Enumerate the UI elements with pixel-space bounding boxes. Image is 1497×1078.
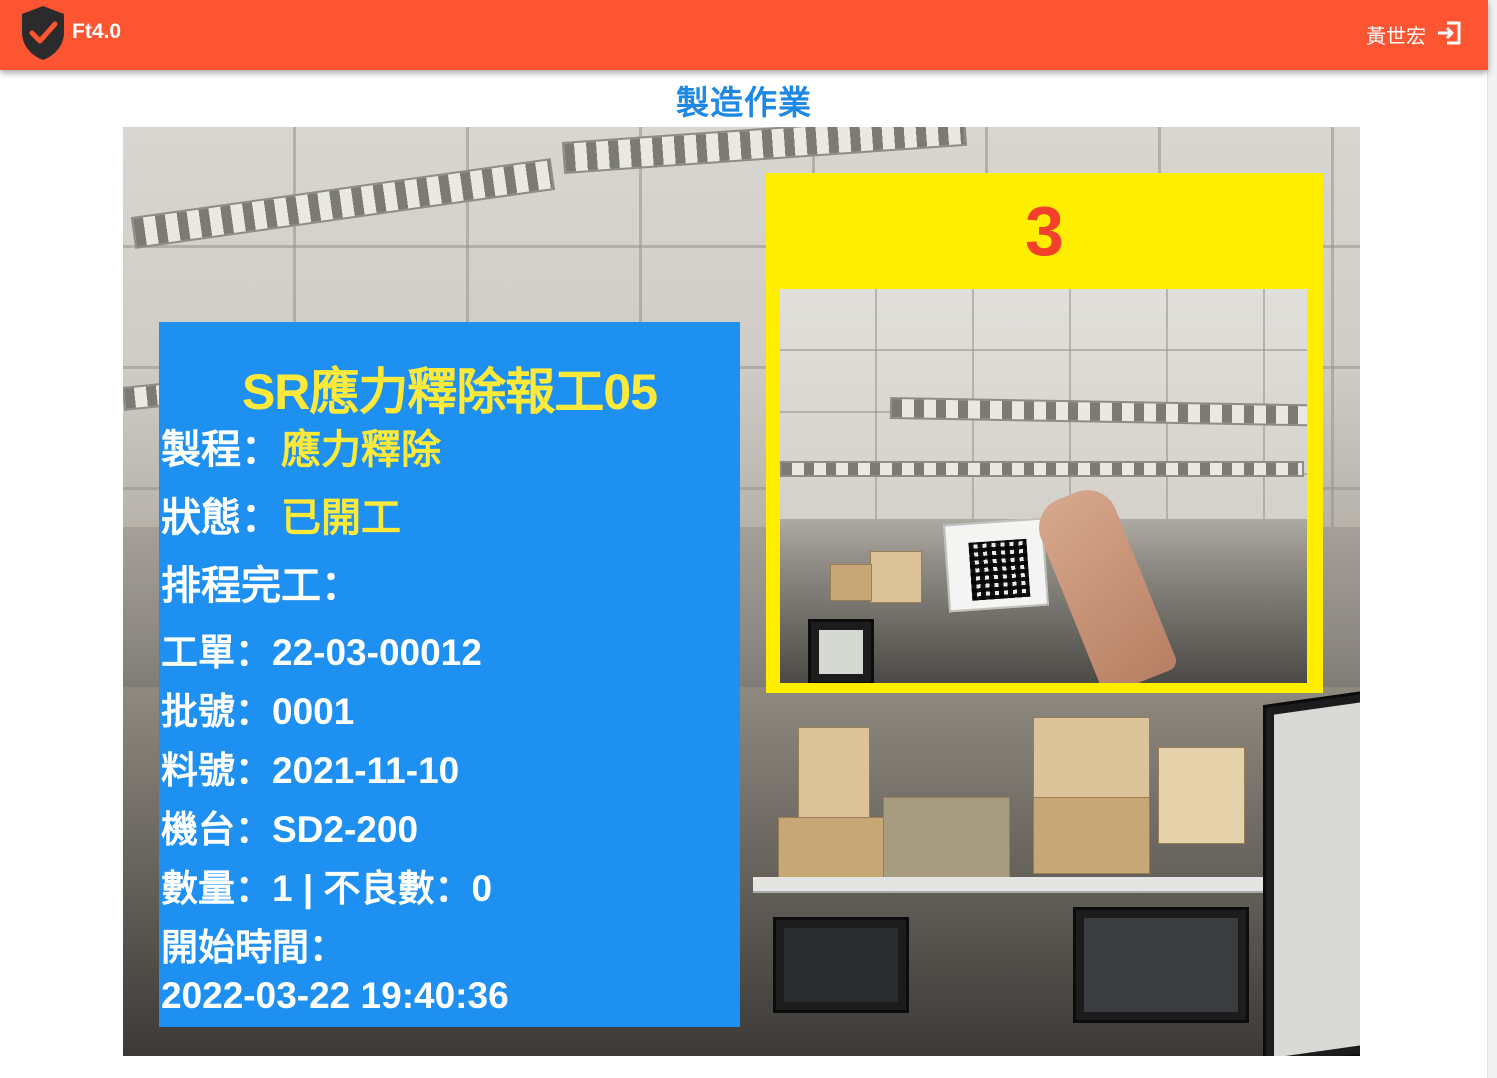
cardboard-box <box>1033 717 1150 799</box>
quantity-value: 1 <box>272 868 293 909</box>
monitor <box>1263 688 1360 1056</box>
batch-row: 批號：0001 <box>161 681 354 735</box>
cardboard-box <box>1033 797 1150 874</box>
countdown-number: 3 <box>1025 192 1064 270</box>
work-info-panel: SR應力釋除報工05 製程：應力釋除 狀態：已開工 排程完工： 工單：22-03… <box>159 322 740 1027</box>
work-order-label: 工單： <box>161 632 272 673</box>
logout-icon[interactable] <box>1435 19 1463 47</box>
status-value: 已開工 <box>281 496 401 540</box>
qr-code-card <box>943 517 1049 613</box>
part-row: 料號：2021-11-10 <box>161 740 459 794</box>
ceiling-light <box>780 461 1304 477</box>
top-app-bar: Ft4.0 黃世宏 <box>0 0 1488 70</box>
status-label: 狀態： <box>161 496 281 540</box>
work-order-value: 22-03-00012 <box>272 632 482 673</box>
schedule-label: 排程完工： <box>161 564 361 608</box>
status-row: 狀態：已開工 <box>161 485 401 543</box>
batch-value: 0001 <box>272 691 355 732</box>
start-time-label-row: 開始時間： <box>161 917 346 971</box>
shield-check-icon <box>22 6 64 60</box>
process-label: 製程： <box>161 428 281 472</box>
schedule-row: 排程完工： <box>161 553 361 611</box>
separator: | <box>292 868 324 909</box>
shelf-board <box>753 877 1273 893</box>
monitor <box>808 619 874 683</box>
part-label: 料號： <box>161 750 272 791</box>
user-name[interactable]: 黃世宏 <box>1366 20 1426 49</box>
defect-label: 不良數： <box>323 868 472 909</box>
process-row: 製程：應力釋除 <box>161 417 441 475</box>
work-order-row: 工單：22-03-00012 <box>161 622 482 676</box>
batch-label: 批號： <box>161 691 272 732</box>
process-value: 應力釋除 <box>281 428 441 472</box>
cardboard-box <box>830 564 872 601</box>
app-name: Ft4.0 <box>72 20 122 43</box>
page-title: 製造作業 <box>676 83 812 122</box>
qr-capture-frame: 3 <box>766 173 1323 693</box>
page-scrollbar[interactable] <box>1487 0 1497 1078</box>
quantity-label: 數量： <box>161 868 272 909</box>
cardboard-box <box>1158 747 1245 844</box>
quantity-row: 數量：1 | 不良數：0 <box>161 858 492 912</box>
monitor <box>773 917 909 1013</box>
work-report-title: SR應力釋除報工05 <box>241 364 658 420</box>
part-value: 2021-11-10 <box>272 750 460 791</box>
start-time-label: 開始時間： <box>161 927 346 968</box>
machine-label: 機台： <box>161 809 272 850</box>
machine-row: 機台：SD2-200 <box>161 799 418 853</box>
cardboard-box <box>870 551 922 603</box>
monitor <box>1073 907 1249 1023</box>
start-time-row: 2022-03-22 19:40:36 <box>161 975 509 1017</box>
cardboard-box <box>883 797 1010 879</box>
qr-code <box>968 538 1031 601</box>
defect-value: 0 <box>471 868 493 909</box>
cardboard-box <box>798 727 870 819</box>
start-time-value: 2022-03-22 19:40:36 <box>161 975 509 1016</box>
cardboard-box <box>778 817 885 879</box>
machine-value: SD2-200 <box>272 809 419 850</box>
qr-camera-preview <box>780 289 1307 683</box>
